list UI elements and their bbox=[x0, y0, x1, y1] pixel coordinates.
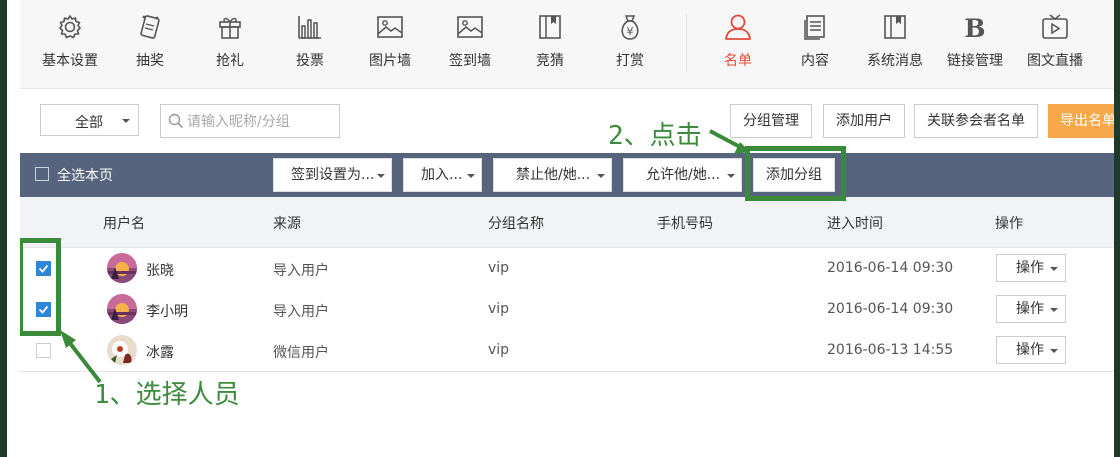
annotation-step1: 1、选择人员 bbox=[94, 380, 240, 410]
annotation-arrow-step2 bbox=[709, 129, 743, 150]
app-container: 基本设置 抽奖 抢礼 投票 图片墙 签到墙 竞猜 ¥ 打赏 名单 内容 系统消息… bbox=[20, 0, 1114, 457]
annotation-step2: 2、点击 bbox=[608, 121, 702, 151]
window-frame-right bbox=[1114, 0, 1120, 457]
window-frame-left bbox=[0, 0, 7, 457]
